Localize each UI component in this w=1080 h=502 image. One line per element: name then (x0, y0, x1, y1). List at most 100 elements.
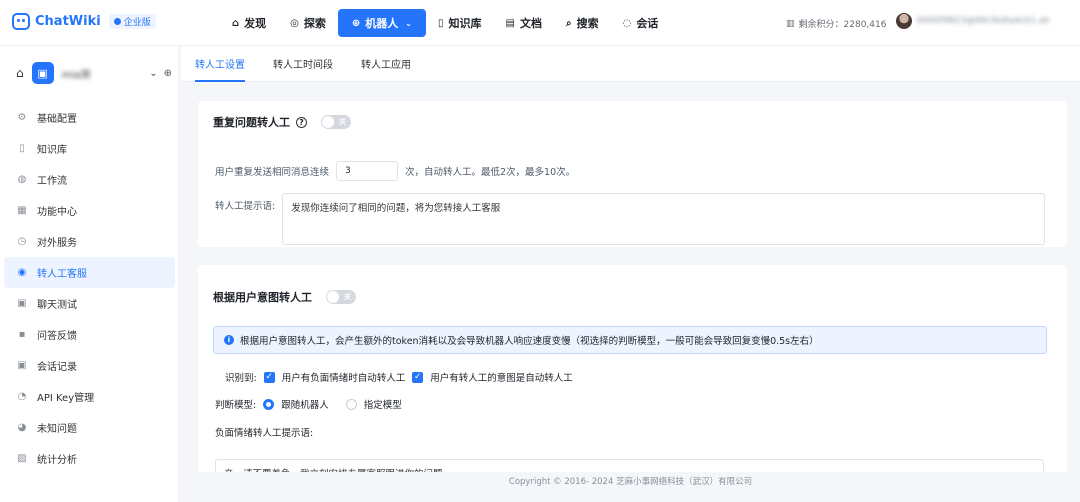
nav-label: 搜索 (576, 17, 599, 30)
brand-logo[interactable]: ChatWiki 企业版 (12, 13, 156, 30)
sidebar-item-label: 基础配置 (37, 114, 77, 125)
robot-avatar-icon: ▣ (31, 62, 54, 84)
neg-prompt-label-row: 负面情绪转人工提示语: (215, 425, 313, 439)
chat-test-icon: ▣ (17, 298, 27, 309)
transfer-prompt-textarea[interactable]: 发现你连续问了相同的问题，将为您转接人工客服 (282, 193, 1046, 245)
key-icon: ◔ (17, 391, 27, 402)
sidebar: ⌂ ▣ mia测 ⌄ ⊕ ⚙ 基础配置 ▯ 知识库 ◍ 工作流 ▦ 功能中心 ◷ 对外服务 ◉ 转人工… (0, 46, 179, 502)
chatwiki-logo-icon (12, 13, 30, 30)
sidebar-item-7[interactable]: ▪ 问答反馈 (4, 319, 175, 350)
tab-0[interactable]: 转人工设置 (181, 46, 259, 82)
tab-bar: 转人工设置 转人工时间段 转人工应用 (181, 46, 1080, 82)
sidebar-item-9[interactable]: ◔ API Key管理 (4, 381, 175, 412)
main-nav: ⌂ 发现 ◎ 探索 ⊕ 机器人 ⌄ ▯ 知识库 ▤ 文档 ⌕ 搜索 ◌ 会话 (220, 9, 670, 37)
repeat-toggle[interactable]: 关 (321, 115, 351, 129)
sidebar-item-0[interactable]: ⚙ 基础配置 (4, 102, 175, 133)
avatar (896, 13, 912, 29)
user-menu[interactable]: 6000f9823@66c9e8a4cb1.ak (896, 13, 1050, 29)
identify-label: 识别到: (225, 373, 257, 384)
grid-icon: ▦ (17, 205, 27, 216)
main-content: 转人工设置 转人工时间段 转人工应用 重复问题转人工 ? 关 用户重复发送相同消息连… (181, 46, 1080, 472)
home-icon[interactable]: ⌂ (16, 66, 24, 80)
negative-prompt-textarea[interactable]: 亲，请不要着急，我立刻安排专属客服跟进你的问题 (215, 459, 1044, 472)
repeat-count-row: 用户重复发送相同消息连续 3 次，自动转人工。最低2次，最多10次。 (215, 161, 575, 181)
chevron-down-icon[interactable]: ⌄ (149, 68, 157, 79)
prompt-label: 转人工提示语: (215, 201, 276, 212)
sidebar-menu: ⚙ 基础配置 ▯ 知识库 ◍ 工作流 ▦ 功能中心 ◷ 对外服务 ◉ 转人工客服 ▣ 聊天测试 ▪ 问答反馈 ▣… (4, 102, 175, 474)
record-icon: ▣ (17, 360, 27, 371)
repeat-prefix: 用户重复发送相同消息连续 (215, 167, 330, 178)
repeat-count-input[interactable]: 3 (336, 161, 399, 181)
sidebar-item-label: 功能中心 (37, 207, 77, 218)
chat-icon: ◌ (622, 17, 632, 29)
sidebar-item-label: 对外服务 (37, 238, 77, 249)
settings-scroll[interactable]: 重复问题转人工 ? 关 用户重复发送相同消息连续 3 次，自动转人工。最低2次，… (181, 83, 1080, 472)
nav-label: 会话 (636, 17, 659, 30)
negative-emotion-label: 用户有负面情绪时自动转人工 (281, 373, 406, 384)
sidebar-item-8[interactable]: ▣ 会话记录 (4, 350, 175, 381)
negative-emotion-checkbox[interactable]: ✓ (263, 371, 275, 383)
identify-row: 识别到: ✓ 用户有负面情绪时自动转人工 ✓ 用户有转人工的意图是自动转人工 (225, 370, 573, 384)
sidebar-item-label: 工作流 (37, 176, 67, 187)
nav-item-6[interactable]: ◌ 会话 (611, 9, 671, 37)
workflow-icon: ◍ (17, 174, 27, 185)
sidebar-item-label: 知识库 (37, 145, 67, 156)
sidebar-item-2[interactable]: ◍ 工作流 (4, 164, 175, 195)
intent-toggle[interactable]: 关 (326, 290, 356, 304)
prompt-row: 转人工提示语: 发现你连续问了相同的问题，将为您转接人工客服 (215, 193, 1046, 245)
add-robot-icon[interactable]: ⊕ (164, 68, 172, 79)
nav-item-2[interactable]: ⊕ 机器人 ⌄ (337, 9, 426, 37)
nav-item-5[interactable]: ⌕ 搜索 (554, 9, 611, 37)
agent-icon: ◉ (17, 267, 27, 278)
intent-title: 根据用户意图转人工 (213, 291, 312, 304)
sidebar-item-label: 问答反馈 (37, 331, 77, 342)
nav-item-4[interactable]: ▤ 文档 (494, 9, 554, 37)
points-text: 剩余积分：2280,416 (798, 20, 887, 30)
tab-2[interactable]: 转人工应用 (347, 46, 425, 81)
points-icon: ▥ (786, 18, 795, 29)
nav-item-0[interactable]: ⌂ 发现 (220, 9, 278, 37)
explore-icon: ◎ (290, 17, 299, 29)
info-alert: i 根据用户意图转人工，会产生额外的token消耗以及会导致机器人响应速度变慢（… (213, 326, 1047, 354)
sidebar-item-1[interactable]: ▯ 知识库 (4, 133, 175, 164)
book-icon: ▯ (438, 17, 444, 29)
sidebar-item-11[interactable]: ▨ 统计分析 (4, 443, 175, 474)
specify-model-radio[interactable] (345, 398, 357, 410)
robot-name: mia测 (61, 69, 91, 81)
chevron-down-icon: ⌄ (405, 18, 412, 28)
nav-label: 文档 (519, 17, 542, 30)
brand-name: ChatWiki (35, 14, 101, 29)
intent-transfer-card: 根据用户意图转人工 关 i 根据用户意图转人工，会产生额外的token消耗以及会… (198, 265, 1067, 472)
question-icon: ◕ (17, 422, 27, 433)
alert-text: 根据用户意图转人工，会产生额外的token消耗以及会导致机器人响应速度变慢（视选… (240, 336, 819, 347)
sidebar-item-3[interactable]: ▦ 功能中心 (4, 195, 175, 226)
toggle-knob (327, 291, 339, 303)
transfer-intent-checkbox[interactable]: ✓ (412, 371, 424, 383)
help-icon[interactable]: ? (296, 116, 307, 128)
sidebar-item-10[interactable]: ◕ 未知问题 (4, 412, 175, 443)
user-name: 6000f9823@66c9e8a4cb1.ak (917, 16, 1050, 26)
repeat-title: 重复问题转人工 (213, 116, 290, 129)
points-balance: ▥ 剩余积分：2280,416 (786, 17, 887, 31)
info-icon: i (224, 335, 234, 345)
service-icon: ◷ (17, 236, 27, 247)
book-icon: ▯ (19, 143, 25, 154)
sidebar-item-4[interactable]: ◷ 对外服务 (4, 226, 175, 257)
repeat-question-card: 重复问题转人工 ? 关 用户重复发送相同消息连续 3 次，自动转人工。最低2次，… (198, 101, 1067, 247)
model-label: 判断模型: (215, 400, 257, 411)
footer-copyright: Copyright © 2016- 2024 芝麻小事网络科技（武汉）有限公司 (508, 477, 753, 487)
sidebar-item-label: 聊天测试 (37, 300, 77, 311)
follow-robot-radio[interactable] (263, 398, 275, 410)
toggle-knob (322, 116, 334, 128)
badge-icon (113, 18, 121, 25)
nav-label: 机器人 (365, 17, 399, 30)
sidebar-item-label: 统计分析 (37, 455, 77, 466)
chart-icon: ▨ (17, 453, 27, 464)
nav-item-3[interactable]: ▯ 知识库 (426, 9, 494, 37)
sidebar-item-6[interactable]: ▣ 聊天测试 (4, 288, 175, 319)
nav-item-1[interactable]: ◎ 探索 (278, 9, 338, 37)
compass-icon: ⌂ (232, 17, 240, 29)
tab-1[interactable]: 转人工时间段 (259, 46, 347, 81)
edition-badge: 企业版 (108, 14, 156, 29)
sidebar-item-5[interactable]: ◉ 转人工客服 (4, 257, 175, 288)
